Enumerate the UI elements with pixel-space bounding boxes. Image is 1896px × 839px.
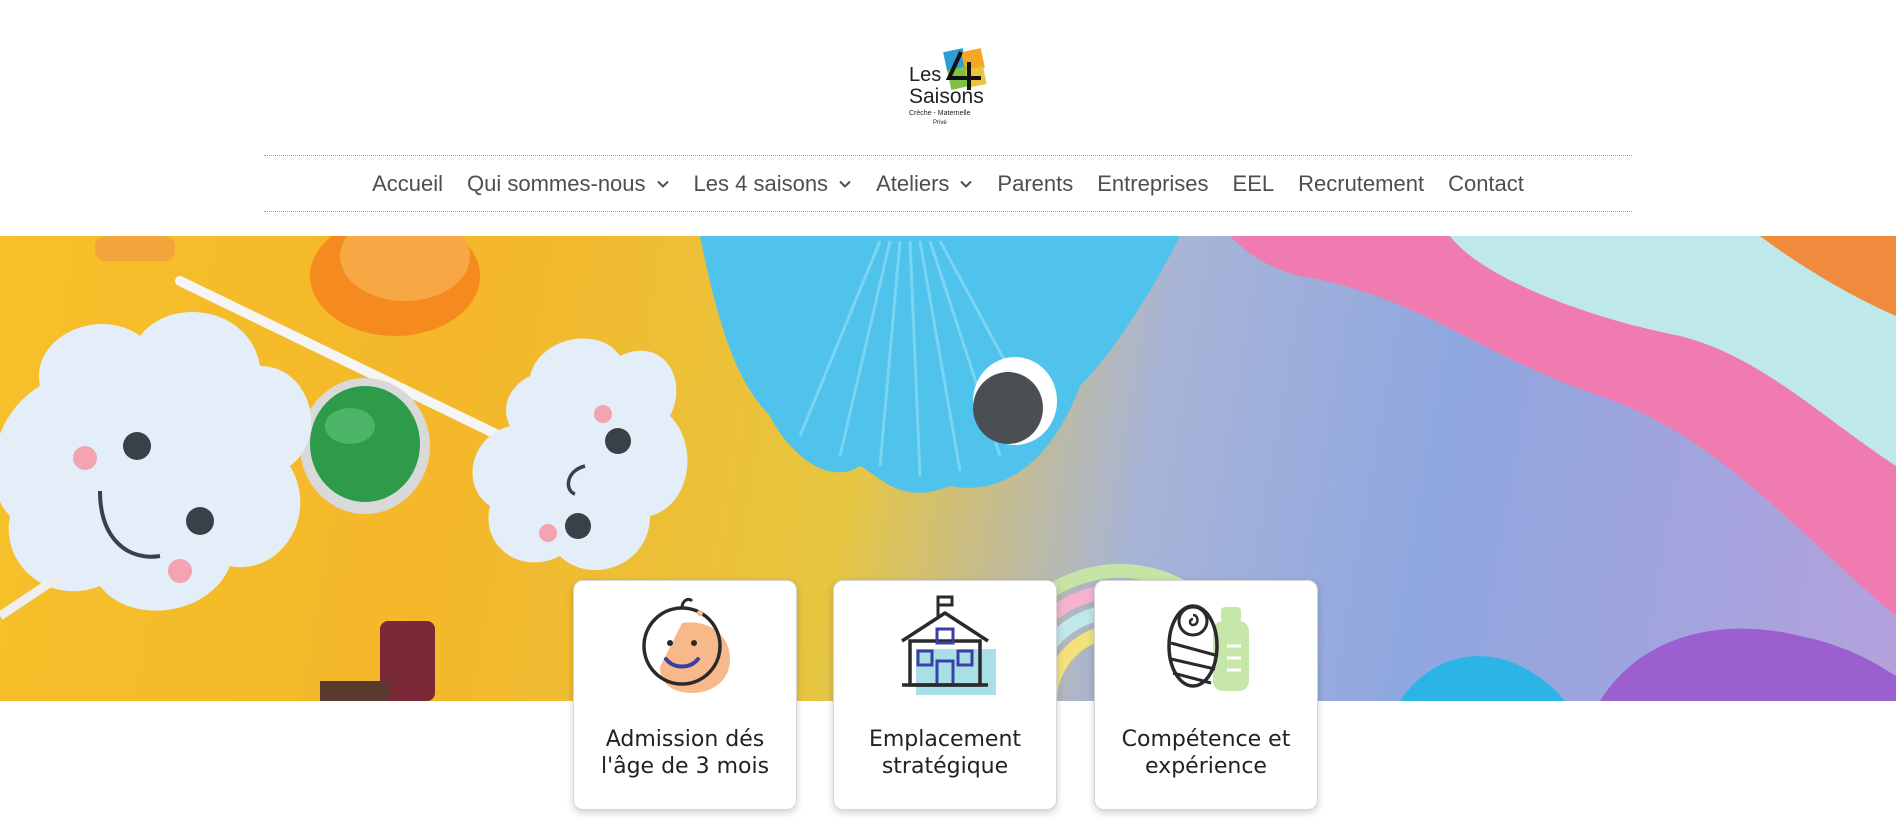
school-house-icon: [901, 595, 996, 695]
feature-title: Admission dés l'âge de 3 mois: [600, 727, 770, 779]
swaddled-baby-bottle-icon: [1167, 604, 1249, 691]
logo-text-saisons: Saisons: [909, 85, 984, 108]
nav-item-recrutement[interactable]: Recrutement: [1286, 171, 1436, 197]
feature-card-emplacement[interactable]: Emplacement stratégique: [833, 580, 1057, 810]
logo-subtag: Privé: [933, 120, 947, 126]
nav-item-accueil[interactable]: Accueil: [360, 171, 455, 197]
nav-item-label: Ateliers: [876, 170, 950, 196]
chevron-down-icon[interactable]: [959, 177, 973, 191]
nav-item-entreprises[interactable]: Entreprises: [1085, 171, 1220, 197]
nav-item-les-4-saisons[interactable]: Les 4 saisons: [682, 171, 865, 197]
feature-title: Compétence et expérience: [1121, 727, 1291, 779]
nav-item-label: Contact: [1448, 170, 1524, 196]
logo-text-les: Les: [909, 64, 942, 86]
main-nav: Accueil Qui sommes-nous Les 4 saisons Ateli…: [264, 155, 1632, 212]
chevron-down-icon[interactable]: [838, 177, 852, 191]
logo-tagline: Crèche - Maternelle: [909, 110, 971, 117]
nav-item-label: Entreprises: [1097, 170, 1209, 196]
nav-item-label: Accueil: [372, 170, 444, 196]
nav-item-label: Recrutement: [1298, 170, 1425, 196]
nav-item-qui-sommes-nous[interactable]: Qui sommes-nous: [455, 171, 682, 197]
feature-card-competence[interactable]: Compétence et expérience: [1094, 580, 1318, 810]
nav-item-contact[interactable]: Contact: [1436, 171, 1536, 197]
baby-face-icon: [642, 597, 730, 693]
nav-item-label: Parents: [997, 170, 1074, 196]
nav-list: Accueil Qui sommes-nous Les 4 saisons Ateli…: [264, 156, 1632, 211]
nav-item-eel[interactable]: EEL: [1221, 171, 1287, 197]
feature-card-admission[interactable]: Admission dés l'âge de 3 mois: [573, 580, 797, 810]
nav-item-parents[interactable]: Parents: [985, 171, 1085, 197]
feature-title: Emplacement stratégique: [868, 727, 1022, 779]
nav-item-label: EEL: [1232, 170, 1275, 196]
nav-item-label: Qui sommes-nous: [467, 170, 646, 196]
site-logo[interactable]: Les Saisons Crèche - Maternelle Privé: [905, 48, 991, 132]
chevron-down-icon[interactable]: [656, 177, 670, 191]
nav-item-label: Les 4 saisons: [693, 170, 829, 196]
nav-item-ateliers[interactable]: Ateliers: [864, 171, 985, 197]
